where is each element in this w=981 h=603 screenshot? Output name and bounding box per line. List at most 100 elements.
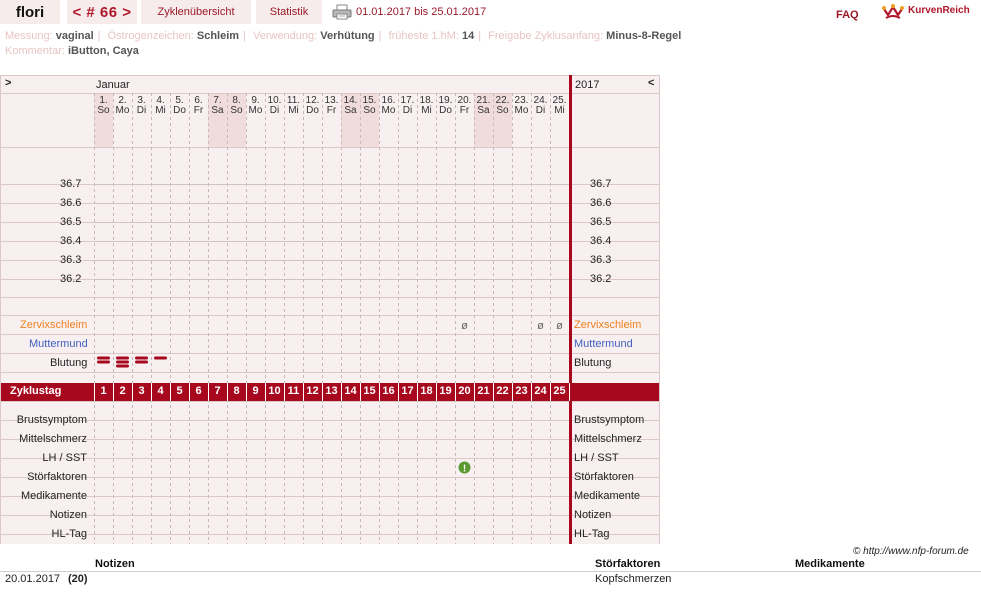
- note-disturbance: Kopfschmerzen: [595, 573, 672, 585]
- prev-cycle-button[interactable]: >: [5, 77, 11, 89]
- cycle-chart: ! > Januar 2017 < 1. So 2. Mo 3. Di 4. Mi 5. Do 6.…: [0, 75, 660, 544]
- temperature-tick: 36.5: [590, 216, 612, 228]
- release-value: Minus-8-Regel: [606, 30, 682, 42]
- earliest-hm-value: 14: [461, 30, 475, 42]
- cycle-day-number: 9: [252, 385, 259, 397]
- weekday-label: Mi: [155, 105, 166, 116]
- mucus-mark[interactable]: ø: [550, 320, 569, 332]
- disturbance-column-header: Störfaktoren: [595, 558, 661, 570]
- symptom-row-label-right: Notizen: [574, 509, 612, 521]
- weekday-label: Sa: [344, 105, 357, 116]
- weekday-label: Di: [136, 105, 147, 116]
- cycle-day-number: 13: [325, 385, 338, 397]
- symptom-row-label: Notizen: [49, 509, 87, 521]
- usage-label: Verwendung:: [252, 30, 318, 42]
- temperature-tick: 36.2: [60, 273, 82, 285]
- medication-column-header: Medikamente: [795, 558, 865, 570]
- chart-lower-panel: [0, 401, 660, 544]
- cycle-day-number: 18: [420, 385, 433, 397]
- tab-cycle-overview[interactable]: Zyklenübersicht: [141, 0, 251, 24]
- usage-value: Verhütung: [320, 30, 375, 42]
- settings-info: Messung: vaginal | Östrogenzeichen: Schle…: [5, 30, 682, 42]
- cycle-day-number: 11: [287, 385, 300, 397]
- weekday-label: Mo: [381, 105, 396, 116]
- temperature-tick: 36.3: [60, 254, 82, 266]
- temperature-tick: 36.7: [60, 178, 82, 190]
- symptom-row-label: Mittelschmerz: [19, 433, 87, 445]
- cycle-day-number: 19: [439, 385, 452, 397]
- measurement-label: Messung:: [5, 30, 53, 42]
- weekday-label: So: [97, 105, 110, 116]
- faq-link[interactable]: FAQ: [836, 9, 859, 21]
- month-label: Januar: [96, 79, 130, 91]
- exclamation-glyph: !: [463, 464, 466, 475]
- cycle-day-number: 16: [382, 385, 395, 397]
- weekday-label: Mo: [248, 105, 263, 116]
- mucus-mark[interactable]: ø: [531, 320, 550, 332]
- notes-column-header: Notizen: [95, 558, 135, 570]
- cervix-label: Muttermund: [29, 338, 88, 350]
- cycle-day-number: 3: [138, 385, 145, 397]
- top-bar: flori < # 66 > Zyklenübersicht Statistik…: [0, 0, 981, 26]
- cervix-label-right: Muttermund: [574, 338, 633, 350]
- cycle-day-number: 1: [100, 385, 107, 397]
- cycle-day-number: 14: [344, 385, 357, 397]
- weekday-label: Di: [269, 105, 280, 116]
- tab-statistics[interactable]: Statistik: [256, 0, 322, 24]
- cycle-navigator[interactable]: < # 66 >: [67, 0, 137, 24]
- symptom-row-label: Brustsymptom: [16, 414, 87, 426]
- comment-label: Kommentar:: [5, 45, 65, 57]
- weekday-label: Mi: [288, 105, 299, 116]
- weekday-label: Mo: [514, 105, 529, 116]
- weekday-label: Do: [306, 105, 319, 116]
- symptom-row-label: Medikamente: [20, 490, 87, 502]
- weekday-label: Fr: [326, 105, 337, 116]
- cycle-day-number: 22: [496, 385, 509, 397]
- note-cycle-day: (20): [68, 573, 88, 585]
- cervix-mucus-label: Zervixschleim: [20, 319, 88, 331]
- symptom-row-label-right: Störfaktoren: [574, 471, 634, 483]
- date-range: 01.01.2017 bis 25.01.2017: [356, 6, 487, 18]
- printer-icon[interactable]: [332, 4, 352, 20]
- weekday-label: Di: [402, 105, 413, 116]
- bleeding-label-right: Blutung: [574, 357, 612, 369]
- temperature-tick: 36.3: [590, 254, 612, 266]
- weekday-label: Mi: [554, 105, 565, 116]
- cycle-day-number: 20: [458, 385, 471, 397]
- release-label: Freigabe Zyklusanfang:: [488, 30, 604, 42]
- cycle-day-number: 5: [176, 385, 183, 397]
- weekday-label: Do: [439, 105, 452, 116]
- cycle-day-number: 12: [306, 385, 319, 397]
- user-name[interactable]: flori: [0, 0, 60, 24]
- temperature-tick: 36.4: [590, 235, 612, 247]
- cycle-day-number: 10: [268, 385, 281, 397]
- symptom-row-label-right: LH / SST: [574, 452, 619, 464]
- symptom-row-label-right: Mittelschmerz: [574, 433, 642, 445]
- cycle-day-number: 17: [401, 385, 414, 397]
- temperature-tick: 36.5: [60, 216, 82, 228]
- estrogen-label: Östrogenzeichen:: [107, 30, 194, 42]
- cervix-mucus-label-right: Zervixschleim: [574, 319, 642, 331]
- weekday-label: So: [230, 105, 243, 116]
- temperature-tick: 36.4: [60, 235, 82, 247]
- copyright: © http://www.nfp-forum.de: [853, 546, 969, 557]
- notes-divider: [0, 571, 981, 572]
- measurement-value: vaginal: [55, 30, 94, 42]
- mucus-mark[interactable]: ø: [455, 320, 474, 332]
- next-cycle-button[interactable]: <: [648, 77, 654, 89]
- cycle-day-label: Zyklustag: [10, 385, 62, 397]
- weekday-label: Fr: [459, 105, 470, 116]
- year-label: 2017: [575, 79, 600, 91]
- kurvenreich-logo[interactable]: KurvenReich: [880, 2, 981, 22]
- cycle-day-number: 8: [233, 385, 240, 397]
- note-date: 20.01.2017: [5, 573, 61, 585]
- weekday-label: Mi: [421, 105, 432, 116]
- temperature-tick: 36.6: [590, 197, 612, 209]
- symptom-row-label: Störfaktoren: [27, 471, 87, 483]
- cycle-day-number: 25: [553, 385, 566, 397]
- weekday-label: Fr: [193, 105, 204, 116]
- weekday-label: Di: [535, 105, 546, 116]
- symptom-row-label-right: HL-Tag: [574, 528, 610, 540]
- cycle-day-number: 24: [534, 385, 547, 397]
- weekday-label: Sa: [211, 105, 224, 116]
